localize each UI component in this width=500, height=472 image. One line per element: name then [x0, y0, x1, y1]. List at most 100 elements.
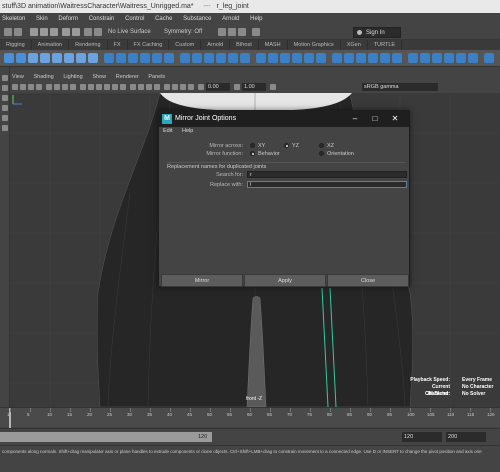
- target-weld-icon[interactable]: [216, 53, 226, 63]
- symmetry-dropdown[interactable]: Symmetry: Off: [164, 28, 202, 37]
- torus-icon[interactable]: [88, 53, 98, 63]
- insert-edge-loop-icon[interactable]: [228, 53, 238, 63]
- render-icon[interactable]: [218, 28, 226, 36]
- image-plane-icon[interactable]: [36, 84, 42, 90]
- sew-icon[interactable]: [316, 53, 326, 63]
- tab-bifrost[interactable]: Bifrost: [230, 40, 259, 50]
- panel-menu-panels[interactable]: Panels: [148, 74, 165, 80]
- panel-menu-shading[interactable]: Shading: [34, 74, 54, 80]
- normalize-uv-icon[interactable]: [444, 53, 454, 63]
- motion-blur-icon[interactable]: [138, 84, 144, 90]
- smooth-shade-icon[interactable]: [88, 84, 94, 90]
- view-transform-dropdown[interactable]: sRGB gamma: [362, 83, 438, 91]
- exposure-field[interactable]: 0.00: [206, 83, 230, 91]
- range-end-field[interactable]: 120: [196, 432, 212, 442]
- lasso-tool-icon[interactable]: [2, 85, 8, 91]
- bevel-icon[interactable]: [116, 53, 126, 63]
- select-hierarchy-icon[interactable]: [84, 28, 92, 36]
- cut-uv-icon[interactable]: [332, 53, 342, 63]
- color-management-icon[interactable]: [270, 84, 276, 90]
- menu-deform[interactable]: Deform: [58, 16, 78, 22]
- ipr-render-icon[interactable]: [228, 28, 236, 36]
- paint-select-tool-icon[interactable]: [2, 95, 8, 101]
- tab-custom[interactable]: Custom: [169, 40, 202, 50]
- apply-button[interactable]: Apply: [244, 274, 326, 287]
- cone-icon[interactable]: [64, 53, 74, 63]
- move-tool-icon[interactable]: [2, 105, 8, 111]
- maximize-button[interactable]: □: [365, 111, 385, 127]
- render-settings-icon[interactable]: [238, 28, 246, 36]
- select-tool-icon[interactable]: [2, 75, 8, 81]
- radio-orientation[interactable]: [319, 151, 324, 156]
- radio-behavior[interactable]: [250, 151, 255, 156]
- minimize-button[interactable]: –: [345, 111, 365, 127]
- cube-icon[interactable]: [40, 53, 50, 63]
- scale-tool-icon[interactable]: [2, 125, 8, 131]
- shadows-icon[interactable]: [120, 84, 126, 90]
- panel-menu-show[interactable]: Show: [92, 74, 106, 80]
- tab-rigging[interactable]: Rigging: [0, 40, 32, 50]
- tab-mash[interactable]: MASH: [259, 40, 288, 50]
- tab-fx[interactable]: FX: [108, 40, 128, 50]
- distortion-icon[interactable]: [484, 53, 494, 63]
- radio-xy[interactable]: [250, 143, 255, 148]
- ambient-occlusion-icon[interactable]: [130, 84, 136, 90]
- plane-icon[interactable]: [76, 53, 86, 63]
- flip-icon[interactable]: [368, 53, 378, 63]
- radio-yz[interactable]: [284, 143, 289, 148]
- mirror-button[interactable]: Mirror: [161, 274, 243, 287]
- layout-uv-icon[interactable]: [304, 53, 314, 63]
- film-gate-icon[interactable]: [54, 84, 60, 90]
- menu-arnold[interactable]: Arnold: [222, 16, 239, 22]
- separate-icon[interactable]: [152, 53, 162, 63]
- gamma-icon[interactable]: [234, 84, 240, 90]
- dialog-menu-edit[interactable]: Edit: [163, 128, 172, 134]
- align-uv-icon[interactable]: [392, 53, 402, 63]
- bookmark-icon[interactable]: [28, 84, 34, 90]
- multicut-icon[interactable]: [204, 53, 214, 63]
- move-uv-icon[interactable]: [344, 53, 354, 63]
- xray-icon[interactable]: [172, 84, 178, 90]
- textured-icon[interactable]: [104, 84, 110, 90]
- curve-icon[interactable]: [4, 53, 14, 63]
- dialog-title-bar[interactable]: M Mirror Joint Options – □ ✕: [159, 111, 409, 127]
- redo-icon[interactable]: [72, 28, 80, 36]
- menu-help[interactable]: Help: [250, 16, 262, 22]
- rotate-tool-icon[interactable]: [2, 115, 8, 121]
- undo-icon[interactable]: [62, 28, 70, 36]
- planar-map-icon[interactable]: [268, 53, 278, 63]
- gamma-field[interactable]: 1.00: [242, 83, 266, 91]
- panel-menu-lighting[interactable]: Lighting: [63, 74, 82, 80]
- grid-icon[interactable]: [46, 84, 52, 90]
- open-scene-icon[interactable]: [40, 28, 48, 36]
- camera-icon[interactable]: [12, 84, 18, 90]
- close-button[interactable]: Close: [327, 274, 409, 287]
- anim-end-field[interactable]: 200: [446, 432, 486, 442]
- menu-cache[interactable]: Cache: [155, 16, 172, 22]
- wireframe-on-shaded-icon[interactable]: [96, 84, 102, 90]
- tab-rendering[interactable]: Rendering: [69, 40, 108, 50]
- bridge-icon[interactable]: [128, 53, 138, 63]
- smooth-icon[interactable]: [164, 53, 174, 63]
- workspace-icon[interactable]: [252, 28, 260, 36]
- texel-density-icon[interactable]: [456, 53, 466, 63]
- depth-of-field-icon[interactable]: [154, 84, 160, 90]
- exposure-icon[interactable]: [198, 84, 204, 90]
- menu-control[interactable]: Control: [125, 16, 144, 22]
- uv-editor-icon[interactable]: [256, 53, 266, 63]
- tab-arnold[interactable]: Arnold: [201, 40, 231, 50]
- snap-uv-icon[interactable]: [408, 53, 418, 63]
- replace-with-field[interactable]: l: [247, 181, 407, 188]
- unfold-icon[interactable]: [292, 53, 302, 63]
- magnet-icon[interactable]: [4, 28, 12, 36]
- auto-map-icon[interactable]: [280, 53, 290, 63]
- panel-menu-renderer[interactable]: Renderer: [116, 74, 139, 80]
- resolution-gate-icon[interactable]: [62, 84, 68, 90]
- menu-constrain[interactable]: Constrain: [89, 16, 115, 22]
- extrude-icon[interactable]: [104, 53, 114, 63]
- lights-icon[interactable]: [112, 84, 118, 90]
- tab-motion-graphics[interactable]: Motion Graphics: [288, 40, 341, 50]
- snap-icon[interactable]: [14, 28, 22, 36]
- range-bar[interactable]: [0, 432, 212, 442]
- panel-menu-view[interactable]: View: [12, 74, 24, 80]
